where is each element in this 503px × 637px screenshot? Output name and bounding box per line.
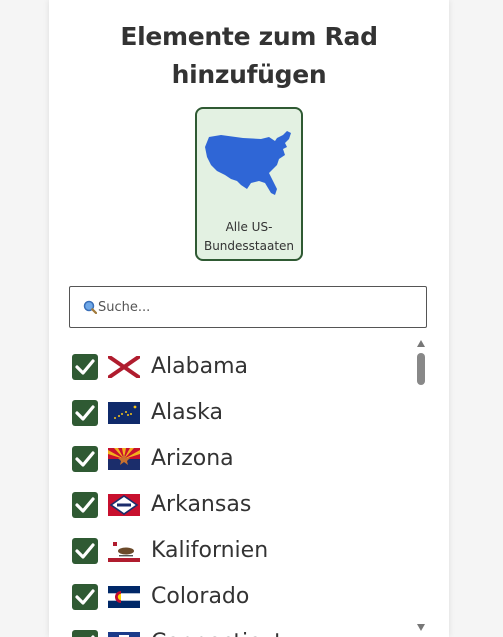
list-scrollbar[interactable] xyxy=(414,338,428,637)
list-item[interactable]: Colorado xyxy=(69,570,415,610)
list-item[interactable]: Connecticut xyxy=(69,616,415,637)
list-item-label: Alaska xyxy=(151,400,223,425)
preset-label: Alle US- Bundesstaaten xyxy=(197,218,301,256)
preset-label-line-1: Alle US- xyxy=(225,220,273,234)
checkbox-checked[interactable] xyxy=(72,446,98,472)
checkbox-checked[interactable] xyxy=(72,492,98,518)
list-item[interactable]: Alaska xyxy=(69,386,415,426)
arkansas-flag-icon xyxy=(108,494,140,516)
usa-map-icon xyxy=(205,131,291,195)
search-box xyxy=(69,286,427,328)
checkbox-checked[interactable] xyxy=(72,400,98,426)
checkmark-icon xyxy=(75,543,95,559)
checkmark-icon xyxy=(75,359,95,375)
california-flag-icon xyxy=(108,540,140,562)
search-icon xyxy=(83,300,97,314)
state-list: Alabama Alaska Arizona Arkansas Kaliforn… xyxy=(69,340,415,637)
list-item[interactable]: Alabama xyxy=(69,340,415,380)
search-input[interactable] xyxy=(98,287,418,327)
preset-all-us-states-button[interactable]: Alle US- Bundesstaaten xyxy=(195,107,303,261)
colorado-flag-icon xyxy=(108,586,140,608)
list-item-label: Arkansas xyxy=(151,492,252,517)
checkmark-icon xyxy=(75,451,95,467)
checkmark-icon xyxy=(75,589,95,605)
checkbox-checked[interactable] xyxy=(72,354,98,380)
scroll-up-arrow-icon[interactable] xyxy=(417,340,425,347)
scroll-down-arrow-icon[interactable] xyxy=(417,624,425,631)
checkmark-icon xyxy=(75,405,95,421)
connecticut-flag-icon xyxy=(108,632,140,637)
list-item[interactable]: Arizona xyxy=(69,432,415,472)
preset-label-line-2: Bundesstaaten xyxy=(203,239,295,253)
scroll-thumb[interactable] xyxy=(417,353,425,385)
add-items-panel: Elemente zum Rad hinzufügen Alle US- Bun… xyxy=(49,0,449,637)
title-line-1: Elemente zum Rad xyxy=(120,22,378,51)
checkbox-checked[interactable] xyxy=(72,538,98,564)
checkbox-checked[interactable] xyxy=(72,630,98,637)
alaska-flag-icon xyxy=(108,402,140,424)
checkbox-checked[interactable] xyxy=(72,584,98,610)
list-item-label: Kalifornien xyxy=(151,538,269,563)
list-item-label: Connecticut xyxy=(151,628,283,637)
list-item-label: Alabama xyxy=(151,354,249,379)
alabama-flag-icon xyxy=(108,356,140,378)
title-line-2: hinzufügen xyxy=(171,60,327,89)
arizona-flag-icon xyxy=(108,448,140,470)
list-item-label: Arizona xyxy=(151,446,234,471)
list-item[interactable]: Arkansas xyxy=(69,478,415,518)
panel-title: Elemente zum Rad hinzufügen xyxy=(49,18,449,94)
checkmark-icon xyxy=(75,497,95,513)
list-item-label: Colorado xyxy=(151,584,250,609)
list-item[interactable]: Kalifornien xyxy=(69,524,415,564)
